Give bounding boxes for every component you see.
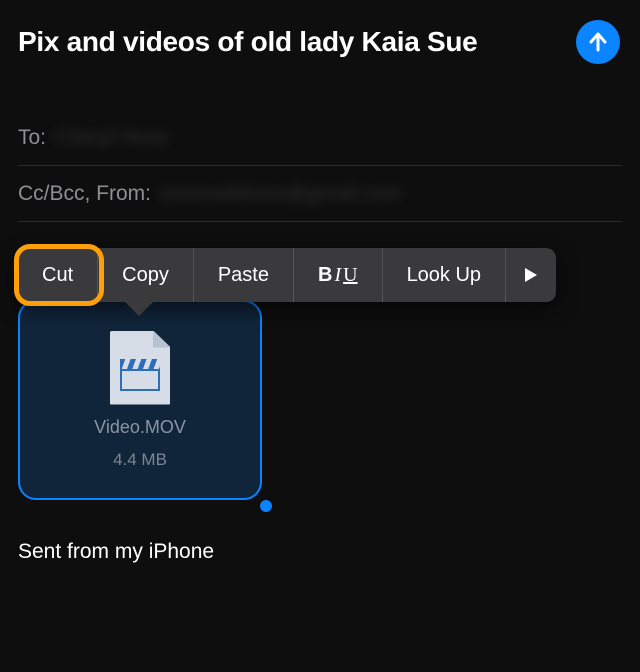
menu-paste[interactable]: Paste <box>194 248 294 302</box>
from-value: someaddress@gmail.com <box>159 182 402 206</box>
to-label: To: <box>18 126 46 150</box>
ccbcc-from-label: Cc/Bcc, From: <box>18 182 151 206</box>
message-body[interactable]: Video.MOV 4.4 MB Sent from my iPhone <box>0 282 640 564</box>
to-field[interactable]: To: Cheryl Hess <box>18 110 622 166</box>
menu-copy[interactable]: Copy <box>98 248 194 302</box>
subject-line[interactable]: Pix and videos of old lady Kaia Sue <box>18 26 477 58</box>
video-file-icon <box>110 331 170 405</box>
attachment-size: 4.4 MB <box>113 450 167 470</box>
menu-lookup[interactable]: Look Up <box>383 248 507 302</box>
context-menu: Cut Copy Paste B I U Look Up <box>18 248 556 302</box>
menu-cut[interactable]: Cut <box>18 248 98 302</box>
attachment-video[interactable]: Video.MOV 4.4 MB <box>18 300 262 500</box>
menu-pointer <box>125 302 153 316</box>
ccbcc-from-field[interactable]: Cc/Bcc, From: someaddress@gmail.com <box>18 166 622 222</box>
send-button[interactable] <box>576 20 620 64</box>
arrow-up-icon <box>586 30 610 54</box>
menu-more[interactable] <box>506 248 556 302</box>
menu-biu[interactable]: B I U <box>294 248 383 302</box>
recipient-fields: To: Cheryl Hess Cc/Bcc, From: someaddres… <box>0 110 640 222</box>
selection-handle-end[interactable] <box>260 500 272 512</box>
italic-icon: I <box>334 264 341 287</box>
bold-icon: B <box>318 264 332 287</box>
play-right-icon <box>524 267 538 283</box>
underline-icon: U <box>343 264 357 287</box>
compose-header: Pix and videos of old lady Kaia Sue <box>0 0 640 74</box>
attachment-name: Video.MOV <box>94 417 186 438</box>
to-value: Cheryl Hess <box>54 126 168 150</box>
email-signature[interactable]: Sent from my iPhone <box>18 540 622 564</box>
